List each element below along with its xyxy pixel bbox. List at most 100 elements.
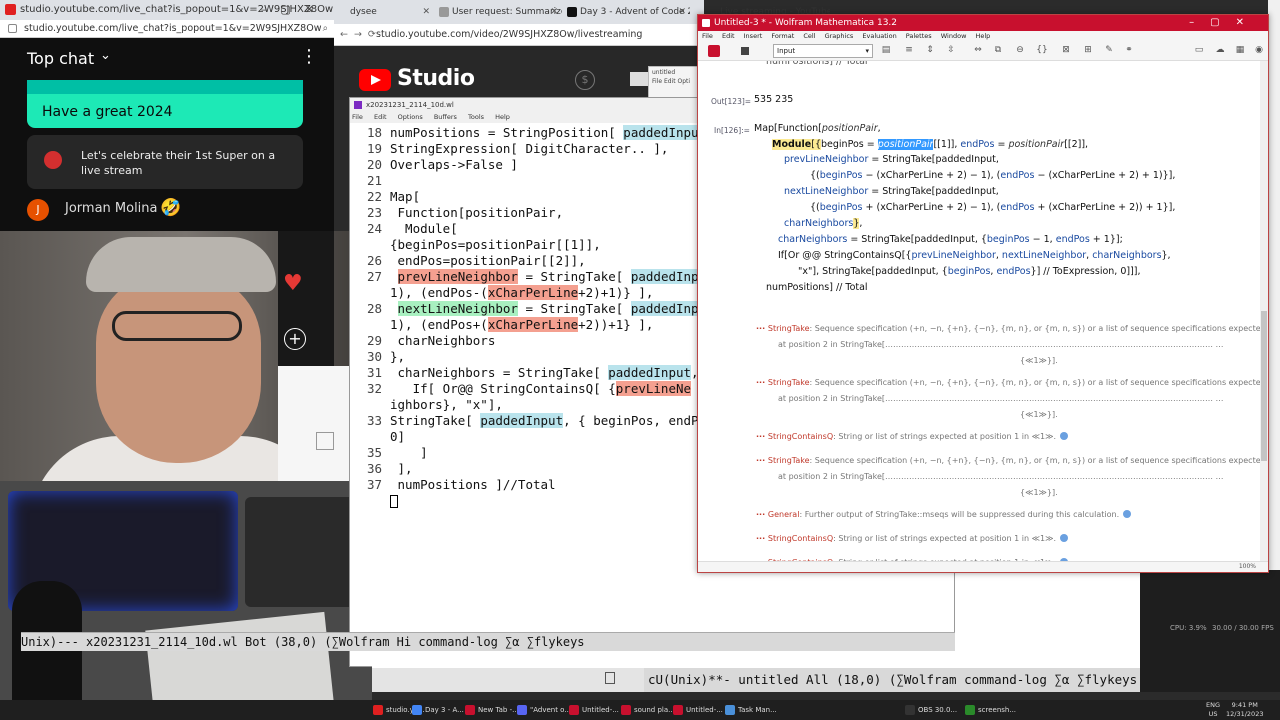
emacs-menu-tools[interactable]: Tools — [468, 113, 484, 121]
link-icon[interactable]: ⚭ — [1123, 45, 1135, 56]
close-icon[interactable]: ✕ — [550, 3, 558, 21]
abort-evaluation-button[interactable] — [708, 45, 720, 57]
code-line[interactable]: 24 Module[ — [350, 221, 458, 237]
code-line[interactable]: 20 Overlaps->False ] — [350, 157, 518, 173]
code-line[interactable]: 32 If[ Or@@ StringContainsQ[ {prevLineNe — [350, 381, 692, 397]
message-menu-icon[interactable]: ··· — [756, 432, 768, 441]
code-line[interactable]: 0] — [350, 429, 405, 445]
taskbar-app[interactable]: sound pla... — [620, 702, 675, 718]
code-line[interactable]: 1), (endPos-(xCharPerLine+2)+1)} ], — [350, 285, 653, 301]
code-line[interactable]: 22 Map[ — [350, 189, 420, 205]
taskbar-app[interactable]: Untitled-... — [568, 702, 619, 718]
message-menu-icon[interactable]: ··· — [756, 456, 768, 465]
close-icon[interactable]: ✕ — [678, 3, 686, 21]
monetization-icon[interactable]: $ — [575, 70, 595, 90]
code-line[interactable]: 33 StringTake[ paddedInput, { beginPos, e… — [350, 413, 699, 429]
start-button[interactable] — [4, 702, 18, 718]
tab-user-request[interactable]: User request: Summarize com✕ — [436, 3, 562, 23]
more-options-icon[interactable]: ⋮ — [300, 46, 318, 67]
camera-icon[interactable] — [630, 72, 648, 86]
emacs-minibuffer[interactable] — [372, 651, 955, 668]
scroll-thumb[interactable] — [1261, 311, 1267, 461]
taskbar-app[interactable]: Day 3 - A... — [411, 702, 464, 718]
cell-style-select[interactable]: Input — [773, 44, 873, 58]
taskbar-app[interactable]: screensh... — [964, 702, 1016, 718]
cloud-icon[interactable]: ☁ — [1214, 45, 1226, 56]
code-line[interactable]: 1), (endPos+(xCharPerLine+2))+1} ], — [350, 317, 653, 333]
message-stringtake[interactable]: ··· StringTake: Sequence specification (… — [756, 455, 1260, 466]
avatar[interactable]: J — [27, 199, 49, 221]
notebook-scrollbar[interactable] — [1260, 61, 1268, 561]
input-language[interactable]: ENG US — [1206, 701, 1220, 719]
message-name[interactable]: StringTake — [768, 324, 810, 333]
message-name[interactable]: StringContainsQ — [768, 432, 833, 441]
code-line[interactable]: 26 endPos=positionPair[[2]], — [350, 253, 586, 269]
super-chat-message[interactable]: Have a great 2024 — [27, 80, 303, 128]
code-line[interactable]: 18 numPositions = StringPosition[ paddedI… — [350, 125, 699, 141]
code-line[interactable]: 28 nextLineNeighbor = StringTake[ padded… — [350, 301, 699, 317]
emacs-second-buffer[interactable] — [955, 570, 1140, 668]
menu-cell[interactable]: Cell — [803, 32, 815, 40]
code-line[interactable]: 21 — [350, 173, 390, 189]
code-line[interactable]: 30}, — [350, 349, 405, 365]
taskbar-app[interactable]: "Advent o... — [516, 702, 571, 718]
taskbar-app[interactable]: OBS 30.0... — [904, 702, 957, 718]
menu-insert[interactable]: Insert — [744, 32, 763, 40]
small-notebook-window[interactable]: untitled File Edit Opti — [648, 66, 698, 100]
abc-icon[interactable]: ⊞ — [1082, 45, 1094, 56]
window-controls[interactable]: –▢✕ — [1189, 15, 1260, 31]
nav-buttons[interactable]: ←→⟳ — [340, 24, 382, 46]
zoom-icon[interactable]: ⌕ — [323, 20, 328, 38]
info-icon[interactable] — [1123, 510, 1132, 518]
notebook-content[interactable]: numPositions] // Total Out[123]= 535 235… — [698, 61, 1260, 561]
cell-icon[interactable]: ▤ — [880, 45, 892, 56]
emacs-menu-buffers[interactable]: Buffers — [434, 113, 457, 121]
menu-format[interactable]: Format — [771, 32, 794, 40]
menu-window[interactable]: Window — [941, 32, 967, 40]
message-name[interactable]: StringTake — [768, 378, 810, 387]
popout-icon[interactable] — [316, 432, 334, 450]
menu-evaluation[interactable]: Evaluation — [862, 32, 896, 40]
chat-author-name[interactable]: Jorman Molina — [65, 201, 158, 216]
emacs-menu-help[interactable]: Help — [495, 113, 510, 121]
code-line[interactable]: 29 charNeighbors — [350, 333, 495, 349]
message-stringcontainsq[interactable]: ··· StringContainsQ: String or list of s… — [756, 533, 1069, 544]
code-line[interactable]: 27 prevLineNeighbor = StringTake[ padded… — [350, 269, 699, 285]
message-menu-icon[interactable]: ··· — [756, 510, 768, 519]
user-icon[interactable]: ◉ — [1253, 45, 1265, 56]
heart-icon[interactable]: ♥ — [283, 271, 303, 296]
code-line[interactable]: 23 Function[positionPair, — [350, 205, 563, 221]
dash-icon[interactable]: ⊖ — [1014, 45, 1026, 56]
split-icon[interactable]: ⇕ — [924, 45, 936, 56]
notebook-icon[interactable]: ▦ — [1234, 45, 1246, 56]
align-icon[interactable]: ≡ — [903, 45, 915, 56]
tab-advent-of-code[interactable]: Day 3 - Advent of Code 2023✕ — [564, 3, 690, 23]
info-icon[interactable] — [1060, 534, 1069, 542]
zoom-level[interactable]: 100% — [698, 561, 1268, 572]
top-chat-dropdown[interactable]: Top chat — [27, 49, 94, 68]
taskbar-app[interactable]: New Tab -... — [464, 702, 519, 718]
site-info-icon[interactable] — [8, 24, 17, 33]
add-icon[interactable]: + — [284, 328, 306, 350]
system-clock[interactable]: 9:41 PM 12/31/2023 — [1226, 701, 1263, 719]
close-icon[interactable]: ✕ — [422, 3, 430, 21]
menu-edit[interactable]: Edit — [722, 32, 735, 40]
taskbar-app[interactable]: Untitled-... — [672, 702, 723, 718]
pen-icon[interactable]: ✎ — [1103, 45, 1115, 56]
code-line[interactable]: {beginPos=positionPair[[1]], — [350, 237, 601, 253]
code-line[interactable]: ighbors}, "x"], — [350, 397, 503, 413]
message-name[interactable]: General — [768, 510, 800, 519]
code-line[interactable]: 31 charNeighbors = StringTake[ paddedInp… — [350, 365, 699, 381]
trash-icon[interactable] — [605, 672, 615, 684]
menu-help[interactable]: Help — [975, 32, 990, 40]
info-icon[interactable] — [1060, 432, 1069, 440]
code-line[interactable]: 37 numPositions ]//Total — [350, 477, 556, 493]
chat-url-bar[interactable]: studio.youtube.com/live_chat?is_popout=1… — [0, 20, 334, 38]
taskbar-app[interactable]: Task Man... — [724, 702, 777, 718]
menu-file[interactable]: File — [702, 32, 713, 40]
output-value[interactable]: 535 235 — [754, 93, 793, 107]
expand-icon[interactable]: ⇔ — [972, 45, 984, 56]
emacs-menu-edit[interactable]: Edit — [374, 113, 387, 121]
stop-icon[interactable] — [741, 47, 749, 55]
emacs-code-buffer[interactable]: 18 numPositions = StringPosition[ paddedI… — [350, 123, 702, 640]
